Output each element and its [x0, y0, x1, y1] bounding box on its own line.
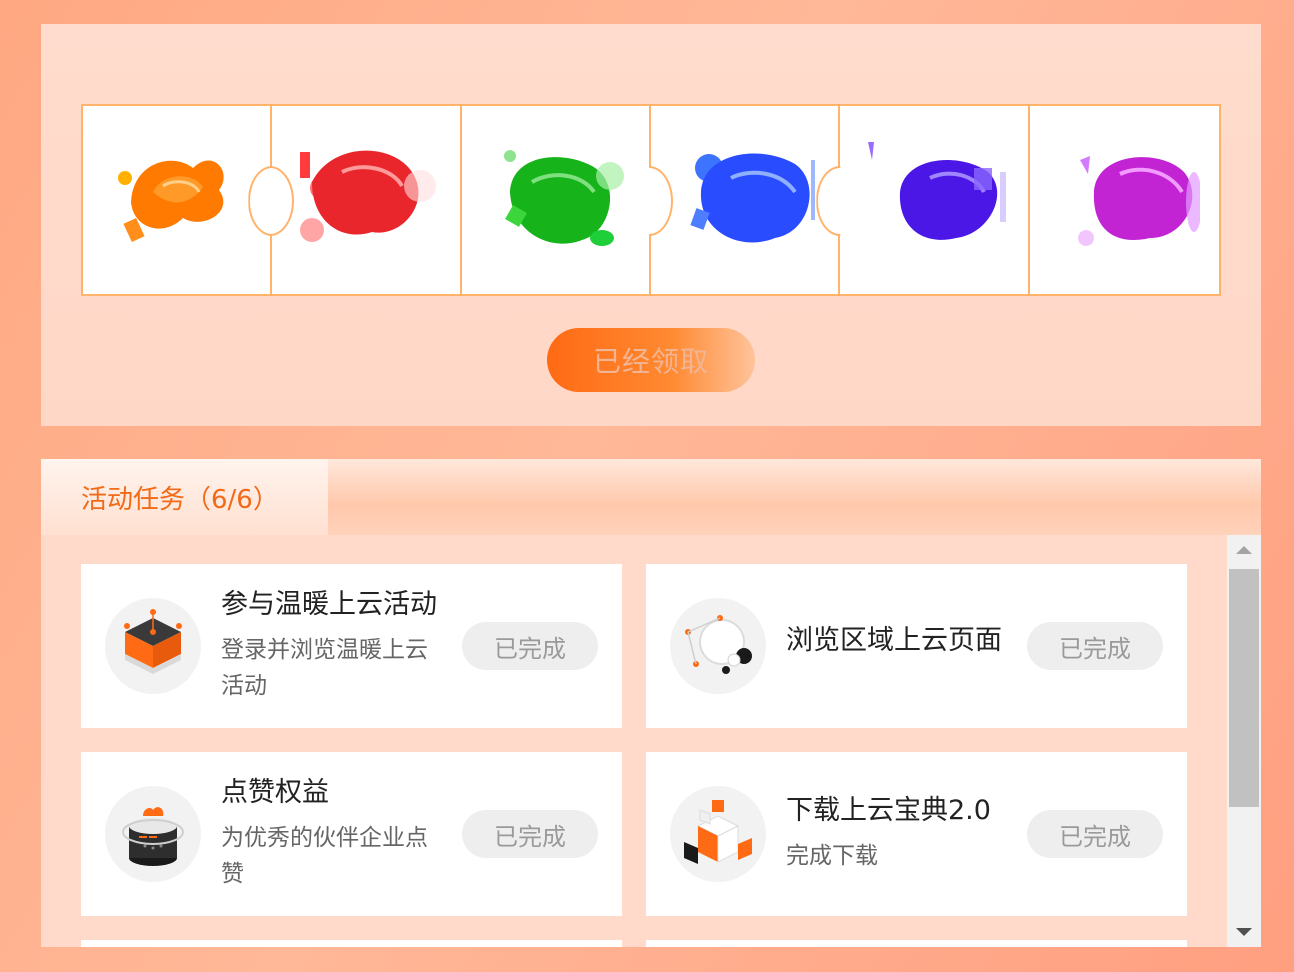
task-description: 完成下载	[786, 843, 878, 869]
task-text: 下载上云宝典2.0 完成下载	[786, 792, 1011, 874]
puzzle-piece-blue	[650, 106, 841, 294]
task-card: 点赞权益 为优秀的伙伴企业点赞 已完成	[81, 752, 622, 916]
task-completed-button[interactable]: 已完成	[1027, 622, 1163, 670]
spheres-network-icon	[670, 598, 766, 694]
task-text: 浏览区域上云页面	[786, 622, 1011, 660]
task-title: 浏览区域上云页面	[786, 625, 1002, 656]
task-completed-button[interactable]: 已完成	[1027, 810, 1163, 858]
puzzle-piece-green	[461, 106, 673, 294]
task-card	[646, 940, 1187, 947]
scroll-down-arrow-icon[interactable]	[1227, 917, 1261, 947]
tasks-panel: 活动任务（6/6） 参与温暖上云活动 登录并浏览温暖上云活动 已完成 浏览区域上…	[41, 459, 1261, 947]
task-title: 点赞权益	[221, 777, 329, 808]
indigo-swirl-art-icon	[868, 142, 1007, 240]
tab-activity-tasks[interactable]: 活动任务（6/6）	[41, 459, 328, 535]
task-card	[81, 940, 622, 947]
task-description: 登录并浏览温暖上云活动	[221, 637, 428, 699]
red-swirl-art-icon	[300, 150, 437, 242]
puzzle-piece-orange	[83, 106, 295, 294]
puzzle-panel: 已经领取	[41, 24, 1261, 426]
blocks-cube-icon	[670, 786, 766, 882]
puzzle-piece-indigo	[816, 106, 1030, 294]
task-title: 参与温暖上云活动	[221, 589, 437, 620]
puzzle-knob	[816, 166, 841, 236]
task-title: 下载上云宝典2.0	[786, 795, 991, 826]
task-card: 下载上云宝典2.0 完成下载 已完成	[646, 752, 1187, 916]
task-completed-button[interactable]: 已完成	[462, 622, 598, 670]
puzzle-piece-purple	[1029, 106, 1219, 294]
claim-reward-button[interactable]: 已经领取	[547, 328, 755, 392]
orange-swirl-art-icon	[118, 160, 224, 243]
task-list: 参与温暖上云活动 登录并浏览温暖上云活动 已完成 浏览区域上云页面 已完成 点赞…	[81, 564, 1187, 947]
scrollbar-thumb[interactable]	[1229, 569, 1259, 807]
puzzle-knob	[648, 166, 673, 236]
task-list-scrollbar[interactable]	[1227, 535, 1261, 947]
green-swirl-art-icon	[503, 150, 624, 246]
puzzle-piece-red	[248, 106, 462, 294]
task-text: 点赞权益 为优秀的伙伴企业点赞	[221, 774, 446, 892]
tab-bar: 活动任务（6/6）	[41, 459, 1261, 535]
scroll-up-arrow-icon[interactable]	[1227, 535, 1261, 565]
task-text: 参与温暖上云活动 登录并浏览温暖上云活动	[221, 586, 446, 704]
blue-swirl-art-icon	[690, 153, 815, 243]
purple-swirl-art-icon	[1077, 156, 1200, 246]
task-card: 参与温暖上云活动 登录并浏览温暖上云活动 已完成	[81, 564, 622, 728]
task-card: 浏览区域上云页面 已完成	[646, 564, 1187, 728]
task-completed-button[interactable]: 已完成	[462, 810, 598, 858]
cloud-device-icon	[105, 786, 201, 882]
puzzle-strip	[81, 104, 1221, 296]
cube-platform-icon	[105, 598, 201, 694]
task-description: 为优秀的伙伴企业点赞	[221, 825, 428, 887]
